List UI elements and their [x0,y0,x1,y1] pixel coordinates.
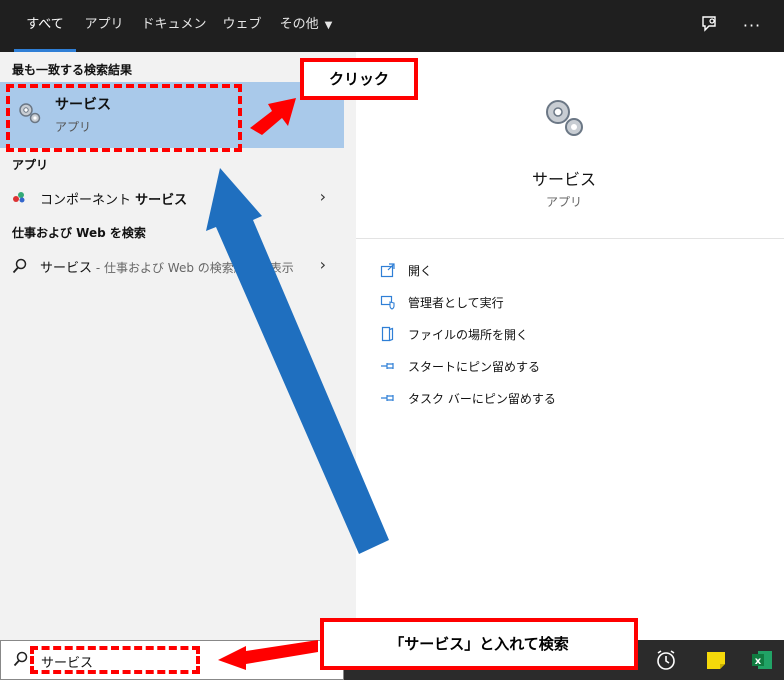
chevron-down-icon: ▼ [324,20,333,31]
list-item-component-services[interactable]: コンポーネント サービス › [0,182,344,214]
tab-documents[interactable]: ドキュメント [138,0,210,82]
divider [356,238,784,239]
search-filter-bar: すべて アプリ ドキュメント ウェブ その他 ▼ ··· [0,0,784,82]
action-label: 開く [408,264,433,278]
chevron-right-icon[interactable]: › [320,255,326,274]
action-label: スタートにピン留めする [408,360,541,374]
tab-label: すべて [26,17,64,32]
list-item-web-search[interactable]: サービス - 仕事および Web の検索結果を表示 › [0,250,344,282]
action-label: ファイルの場所を開く [408,328,529,342]
action-label: 管理者として実行 [408,296,504,310]
gears-icon [540,94,588,146]
tab-all[interactable]: すべて [14,0,76,52]
alarms-icon[interactable] [654,648,678,672]
apps-header: アプリ [12,158,49,172]
component-services-icon [12,190,26,208]
folder-icon [380,326,396,342]
chevron-right-icon[interactable]: › [320,187,326,206]
tab-web[interactable]: ウェブ [222,0,262,52]
highlight-search-box [30,646,200,674]
highlight-best-match [6,84,242,152]
sticky-notes-icon[interactable] [704,648,728,672]
list-item-suffix: - 仕事および Web の検索結果を表示 [92,261,294,275]
preview-subtitle: アプリ [545,195,582,209]
tab-label: その他 [279,17,319,32]
callout-search-instruction: 「サービス」と入れて検索 [320,618,638,670]
shield-icon [380,294,396,310]
web-search-header: 仕事および Web を検索 [12,226,146,240]
preview-title: サービス [531,170,596,189]
tab-label: ウェブ [222,17,262,32]
tab-apps[interactable]: アプリ [82,0,126,52]
action-label: タスク バーにピン留めする [408,392,556,406]
preview-panel: サービス アプリ 開く 管理者として実行 ファイルの場所を開く スタートにピン留… [356,52,784,640]
list-item-label-bold: サービス [135,193,188,208]
search-icon [12,258,28,278]
excel-icon[interactable]: x [750,648,774,672]
search-icon [13,651,29,671]
list-item-label: サービス [40,261,93,276]
list-item-label: コンポーネント [40,193,136,208]
callout-click: クリック [300,58,418,100]
excel-letter: x [755,656,762,667]
feedback-icon[interactable] [698,14,722,38]
tab-more[interactable]: その他 ▼ [276,0,336,52]
best-match-header: 最も一致する検索結果 [12,63,133,77]
open-icon [380,262,396,278]
pin-icon [380,358,396,374]
more-icon[interactable]: ··· [740,14,764,38]
pin-icon [380,390,396,406]
tab-label: アプリ [84,17,124,32]
